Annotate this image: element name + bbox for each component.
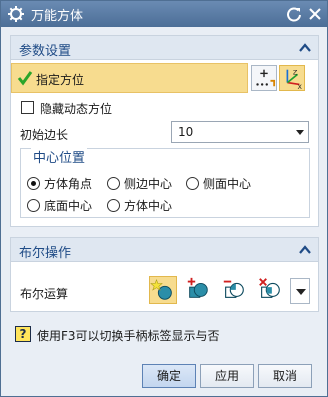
radio-side-face-center[interactable] [186,177,199,190]
checkmark-icon [17,71,33,86]
option-bottom-face-center-label: 底面中心 [44,199,93,213]
boolean-subtract-icon [223,280,244,298]
option-cube-corner-label: 方体角点 [44,177,93,191]
params-panel-title: 参数设置 [19,44,72,59]
radio-bottom-face-center[interactable] [27,199,40,212]
boolean-panel-title: 布尔操作 [19,246,72,261]
svg-text:X: X [298,83,303,90]
apply-button[interactable]: 应用 [200,364,254,388]
reset-icon[interactable] [286,6,302,22]
boolean-none-icon [150,278,172,300]
hide-dynamic-orientation-label: 隐藏动态方位 [40,102,113,116]
csys-inferred-button[interactable]: Z X [279,65,305,91]
center-position-title: 中心位置 [31,147,88,166]
boolean-panel: 布尔操作 布尔运算 [10,237,319,312]
chevron-up-icon[interactable] [298,41,312,55]
dialog-window: 万能方体 参数设置 指定方位 Z X 隐藏动态方位 初始边长 10 中心位置 方… [0,0,328,397]
params-panel: 参数设置 指定方位 Z X 隐藏动态方位 初始边长 10 中心位置 方体角点 侧… [10,35,319,227]
close-icon[interactable] [307,6,323,22]
boolean-intersect-button[interactable] [257,276,285,304]
boolean-unite-icon [187,277,208,298]
chevron-up-icon[interactable] [298,243,312,257]
initial-side-length-dropdown[interactable]: 10 [171,121,309,143]
help-icon[interactable]: ? [15,326,31,342]
hide-dynamic-orientation-checkbox[interactable] [21,101,34,114]
params-panel-header[interactable]: 参数设置 [11,36,318,60]
csys-dialog-icon [256,69,276,87]
boolean-more-dropdown[interactable] [290,278,310,304]
specify-orientation-row[interactable]: 指定方位 [11,63,248,93]
radio-edge-center[interactable] [107,177,120,190]
ok-button[interactable]: 确定 [142,364,196,388]
initial-side-length-label: 初始边长 [20,128,69,142]
option-side-face-center-label: 侧面中心 [203,177,252,191]
svg-text:Z: Z [293,68,298,76]
specify-orientation-label: 指定方位 [36,73,85,87]
csys-dialog-button[interactable] [251,65,277,91]
cancel-button[interactable]: 取消 [258,364,312,388]
boolean-label: 布尔运算 [20,287,69,301]
boolean-none-button[interactable] [149,276,177,304]
csys-axes-icon: Z X [286,68,303,91]
dropdown-arrow-icon [296,289,306,295]
option-edge-center-label: 侧边中心 [124,177,173,191]
title-bar: 万能方体 [1,1,327,27]
initial-side-length-value: 10 [178,125,194,139]
dropdown-arrow-icon [296,130,304,135]
boolean-panel-header[interactable]: 布尔操作 [11,238,318,262]
help-text: 使用F3可以切换手柄标签显示与否 [37,329,220,343]
boolean-intersect-icon [259,278,280,298]
radio-cube-center[interactable] [107,199,120,212]
option-cube-center-label: 方体中心 [124,199,173,213]
window-title: 万能方体 [31,9,84,24]
radio-cube-corner[interactable] [27,177,40,190]
center-position-group: 中心位置 方体角点 侧边中心 侧面中心 底面中心 方体中心 [20,147,310,218]
gear-icon [8,6,24,22]
boolean-unite-button[interactable] [185,276,213,304]
boolean-subtract-button[interactable] [221,276,249,304]
